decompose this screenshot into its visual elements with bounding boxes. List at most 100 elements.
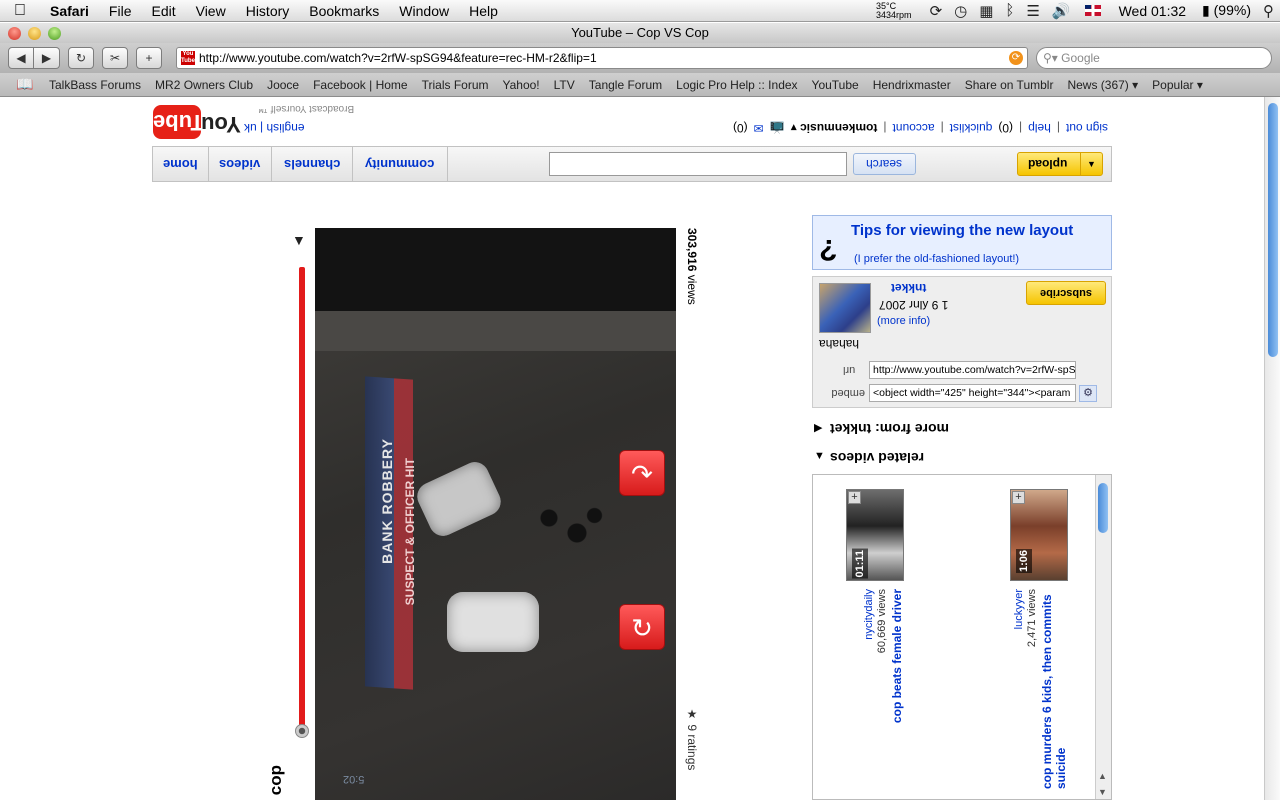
bluetooth-icon[interactable]: ᛒ <box>999 2 1020 19</box>
bookmark-news[interactable]: News (367) ▾ <box>1060 78 1145 92</box>
mail-icon[interactable]: ✉ <box>754 121 764 135</box>
address-bar[interactable]: You Tube http://www.youtube.com/watch?v=2… <box>176 47 1028 69</box>
layout-tips-box: ? Tips for viewing the new layout (I pre… <box>812 215 1112 270</box>
battery-status[interactable]: ▮ (99%) <box>1196 2 1257 19</box>
volume-collapse-icon[interactable]: ▼ <box>292 232 306 248</box>
share-icon: ↷ <box>631 459 653 489</box>
snippet-button[interactable]: ✂ <box>102 47 128 69</box>
url-label: url <box>843 364 856 376</box>
tab-home[interactable]: home <box>153 147 209 181</box>
old-layout-link[interactable]: (I prefer the old-fashioned layout!) <box>854 253 1019 265</box>
bookmark-ltv[interactable]: LTV <box>547 78 582 92</box>
youtube-search-input[interactable] <box>549 152 847 176</box>
tips-title[interactable]: Tips for viewing the new layout <box>851 222 1073 239</box>
zoom-window-button[interactable] <box>48 27 61 40</box>
spaces-icon[interactable]: ▦ <box>973 2 999 20</box>
menu-help[interactable]: Help <box>459 3 508 19</box>
related-scrollbar[interactable]: ▲ ▼ <box>1095 475 1111 799</box>
quicklist-link[interactable]: quicklist <box>950 121 993 135</box>
scroll-up-icon[interactable]: ▲ <box>1098 771 1107 781</box>
sign-out-link[interactable]: sign out <box>1066 121 1108 135</box>
menu-bookmarks[interactable]: Bookmarks <box>299 3 389 19</box>
bookmark-tangle[interactable]: Tangle Forum <box>582 78 669 92</box>
menu-file[interactable]: File <box>99 3 142 19</box>
close-window-button[interactable] <box>8 27 21 40</box>
uploader-avatar[interactable] <box>819 283 871 333</box>
related-user[interactable]: luckyyer <box>1013 589 1025 629</box>
browser-search-field[interactable]: ⚲▾ Google <box>1036 47 1272 69</box>
tab-channels[interactable]: channels <box>272 147 353 181</box>
url-field[interactable]: http://www.youtube.com/watch?v=2rfW-spS <box>869 361 1076 379</box>
related-video-item[interactable]: + 01:11 cop beats female driver 60,669 v… <box>846 489 906 789</box>
bookmark-jooce[interactable]: Jooce <box>260 78 306 92</box>
embed-settings-gear-icon[interactable]: ⚙ <box>1079 385 1097 402</box>
volume-slider-track[interactable] <box>299 267 305 731</box>
menu-edit[interactable]: Edit <box>141 3 185 19</box>
uk-flag-icon[interactable] <box>1084 5 1101 16</box>
more-info-link[interactable]: (more info) <box>877 315 930 327</box>
help-link[interactable]: help <box>1028 121 1051 135</box>
scroll-down-icon[interactable]: ▼ <box>1098 787 1107 797</box>
share-video-button[interactable]: ↷ <box>619 450 665 496</box>
add-to-quicklist-icon[interactable]: + <box>1012 491 1025 504</box>
bookmark-yahoo[interactable]: Yahoo! <box>495 78 546 92</box>
rss-icon[interactable]: ⟳ <box>1009 51 1023 65</box>
temperature-monitor[interactable]: 35°C 3434rpm <box>876 1 924 20</box>
page-scrollbar[interactable] <box>1264 97 1280 800</box>
youtube-search-button[interactable]: search <box>853 153 916 175</box>
add-bookmark-button[interactable]: + <box>136 47 162 69</box>
more-from-header[interactable]: ▶ more from: tnkket <box>812 419 1112 441</box>
related-scroll-thumb[interactable] <box>1098 483 1108 533</box>
bookmark-hendrix[interactable]: Hendrixmaster <box>866 78 958 92</box>
related-user[interactable]: nycitydaily <box>863 589 875 640</box>
embed-field[interactable]: <object width="425" height="344"><param <box>869 384 1076 402</box>
related-title[interactable]: cop beats female driver <box>890 589 904 723</box>
page-scroll-thumb[interactable] <box>1268 103 1278 357</box>
bookmark-mr2[interactable]: MR2 Owners Club <box>148 78 260 92</box>
bookmark-youtube[interactable]: YouTube <box>805 78 866 92</box>
related-video-item[interactable]: + 1:06 cop murders 6 kids, then commits … <box>1010 489 1070 789</box>
spotlight-icon[interactable]: ⚲ <box>1257 2 1280 20</box>
bookmark-facebook[interactable]: Facebook | Home <box>306 78 415 92</box>
bookmarks-book-icon[interactable]: 📖 <box>14 76 36 93</box>
upload-dropdown-icon[interactable]: ▼ <box>1080 153 1102 175</box>
menu-history[interactable]: History <box>236 3 300 19</box>
related-videos-header[interactable]: ▼ related videos <box>812 448 1112 470</box>
menu-clock[interactable]: Wed 01:32 <box>1109 3 1196 19</box>
reload-button[interactable]: ↻ <box>68 47 94 69</box>
back-button[interactable]: ◀ <box>8 47 34 69</box>
menu-bar:  Safari File Edit View History Bookmark… <box>0 0 1280 22</box>
username-menu[interactable]: tomkenmusic ▾ <box>791 121 878 135</box>
menu-window[interactable]: Window <box>389 3 459 19</box>
related-views: 60,669 views <box>876 589 888 654</box>
wifi-icon[interactable]: ☰ <box>1020 2 1045 20</box>
upload-button[interactable]: upload ▼ <box>1017 152 1103 176</box>
time-machine-icon[interactable]: ◷ <box>948 2 973 20</box>
volume-slider-handle[interactable] <box>295 724 309 738</box>
replay-button[interactable]: ↻ <box>619 604 665 650</box>
bookmark-trials[interactable]: Trials Forum <box>415 78 496 92</box>
subscribe-button[interactable]: subscribe <box>1026 281 1106 305</box>
tv-icon[interactable]: 📺 <box>770 121 785 135</box>
related-title[interactable]: cop murders 6 kids, then commits suicide <box>1040 589 1070 789</box>
minimize-window-button[interactable] <box>28 27 41 40</box>
bookmark-popular[interactable]: Popular ▾ <box>1145 78 1210 92</box>
bookmark-logic[interactable]: Logic Pro Help :: Index <box>669 78 804 92</box>
tab-videos[interactable]: videos <box>209 147 272 181</box>
bookmark-talkbass[interactable]: TalkBass Forums <box>42 78 148 92</box>
menu-app-safari[interactable]: Safari <box>40 3 99 19</box>
sync-icon[interactable]: ⟳ <box>924 2 949 20</box>
language-selector[interactable]: english | uk <box>244 121 305 135</box>
video-player[interactable]: BANK ROBBERY SUSPECT & OFFICER HIT 5:02 … <box>315 228 676 800</box>
add-to-quicklist-icon[interactable]: + <box>848 491 861 504</box>
youtube-logo[interactable]: Tube You <box>153 105 241 139</box>
apple-icon[interactable]:  <box>0 2 40 20</box>
uploader-name[interactable]: tnkket <box>891 281 926 295</box>
volume-icon[interactable]: 🔊 <box>1046 2 1077 20</box>
account-link[interactable]: account <box>893 121 935 135</box>
bookmark-tumblr[interactable]: Share on Tumblr <box>958 78 1061 92</box>
banner-line-1: BANK ROBBERY <box>379 438 395 564</box>
tab-community[interactable]: community <box>353 147 448 181</box>
forward-button[interactable]: ▶ <box>34 47 60 69</box>
menu-view[interactable]: View <box>186 3 236 19</box>
